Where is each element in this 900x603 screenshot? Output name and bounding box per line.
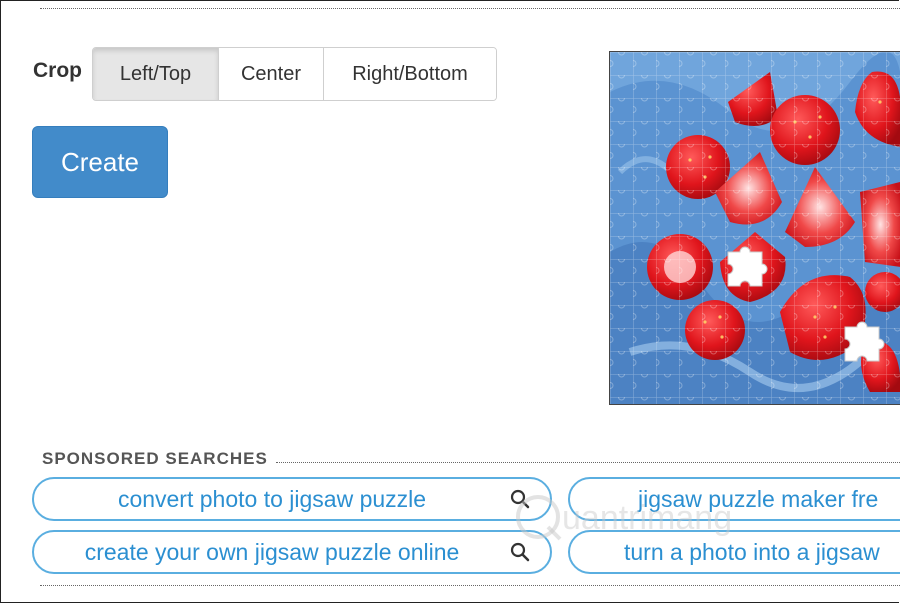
bottom-divider [40,585,900,586]
crop-button-group: Left/Top Center Right/Bottom [92,47,497,101]
sponsored-search-label: create your own jigsaw puzzle online [84,538,460,565]
sponsored-search-label: jigsaw puzzle maker fre [638,485,879,512]
sponsored-search-link[interactable]: jigsaw puzzle maker fre [568,477,900,521]
sponsored-search-label: convert photo to jigsaw puzzle [117,485,427,512]
sponsored-search-link[interactable]: convert photo to jigsaw puzzle [32,477,552,521]
sponsored-title: SPONSORED SEARCHES [42,449,268,468]
crop-left-top-button[interactable]: Left/Top [93,48,219,100]
search-icon [510,542,532,562]
sponsored-search-label: turn a photo into a jigsaw [624,538,880,565]
sponsored-header: SPONSORED SEARCHES [42,448,900,470]
sponsored-divider [275,461,900,463]
crop-right-bottom-button[interactable]: Right/Bottom [324,48,496,100]
create-button[interactable]: Create [32,126,168,198]
puzzle-preview-image [609,51,900,405]
search-icon [510,489,532,509]
sponsored-search-link[interactable]: turn a photo into a jigsaw [568,530,900,574]
crop-label: Crop [33,59,82,82]
crop-center-button[interactable]: Center [219,48,324,100]
sponsored-search-link[interactable]: create your own jigsaw puzzle online [32,530,552,574]
top-divider [40,8,900,9]
